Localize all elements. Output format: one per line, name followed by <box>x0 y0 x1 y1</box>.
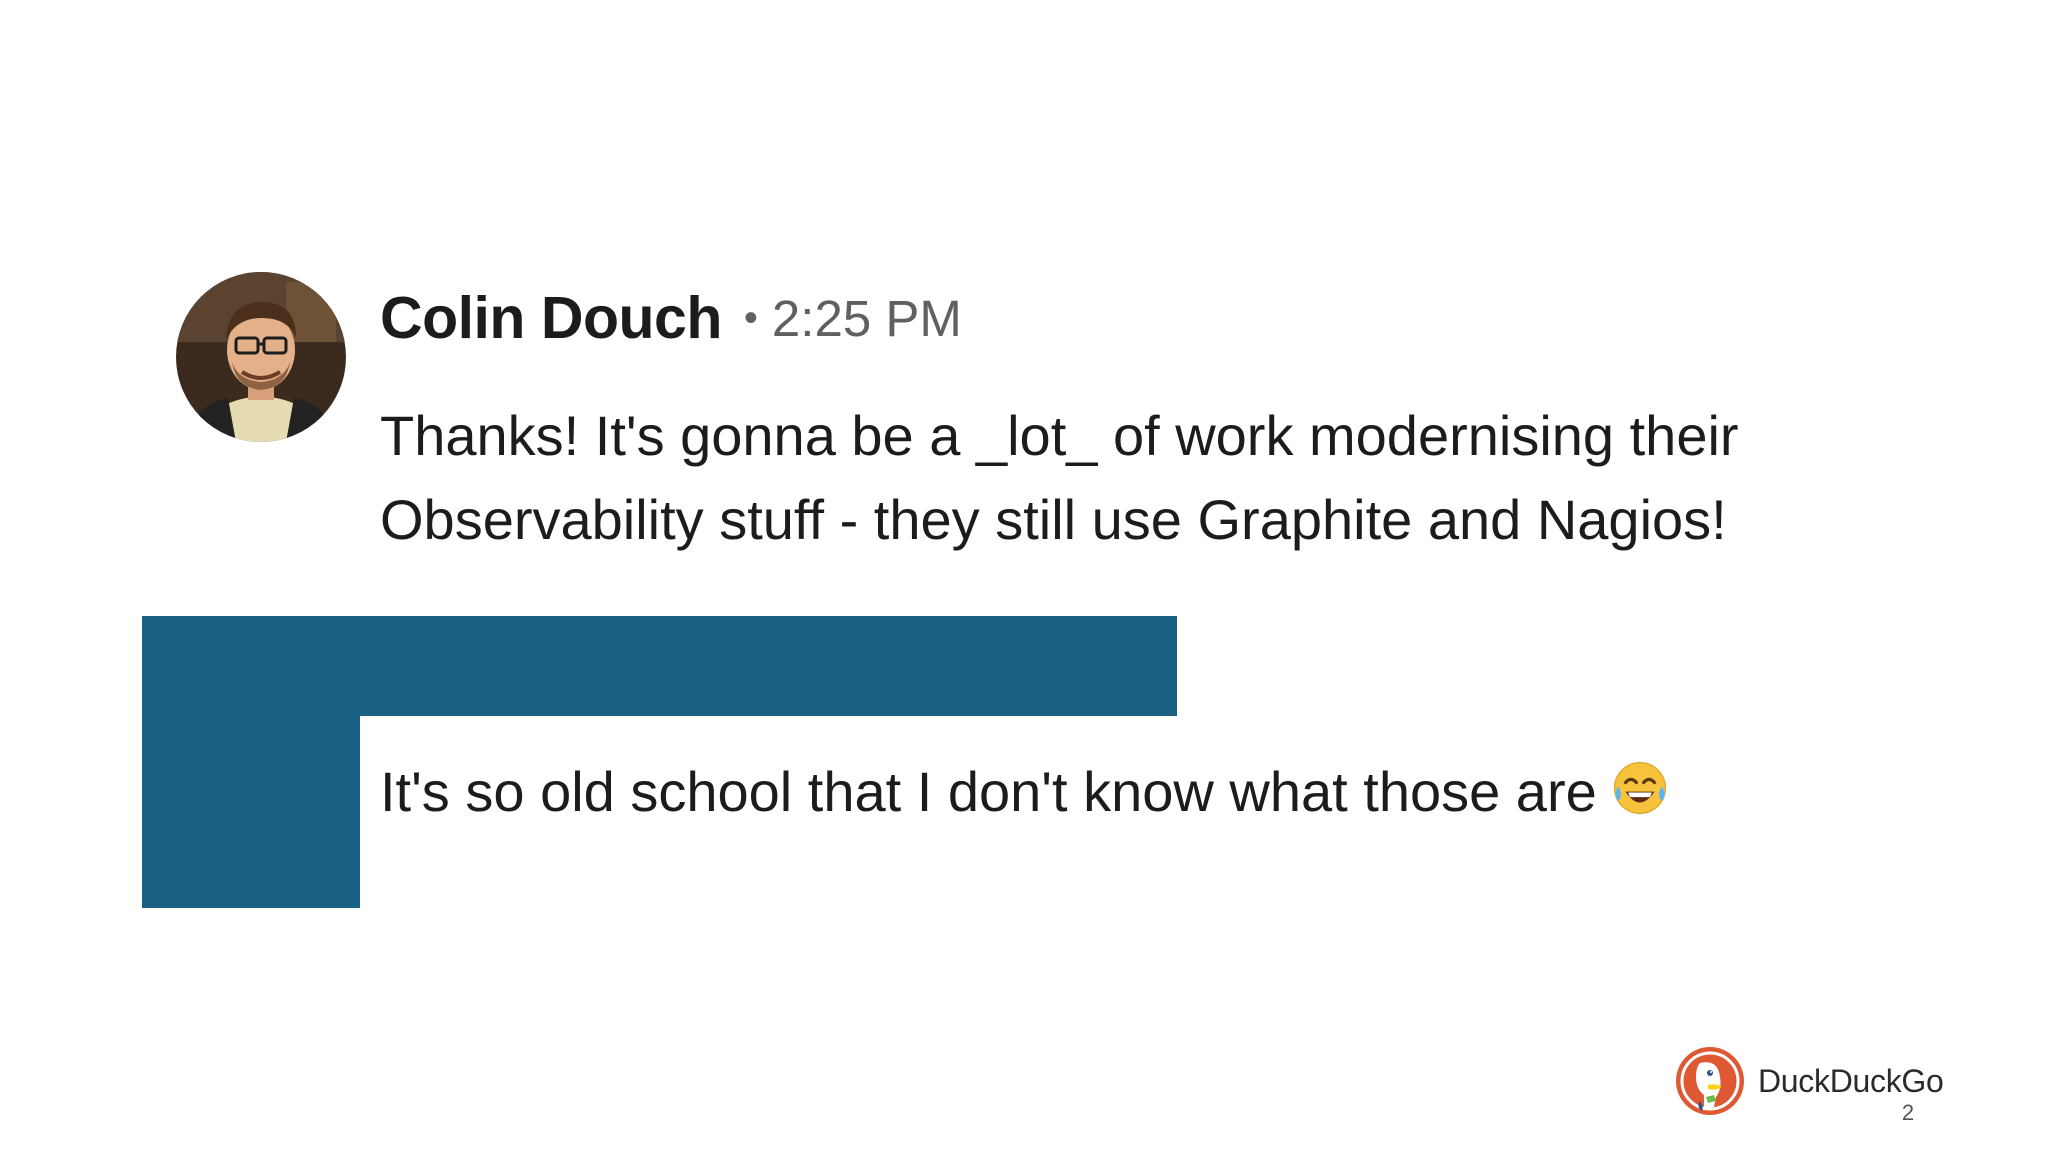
page-number: 2 <box>1901 1100 1915 1125</box>
redaction-block-top <box>142 616 1177 716</box>
duckduckgo-logo-icon <box>1674 1045 1746 1117</box>
message-timestamp[interactable]: 2:25 PM <box>772 289 962 348</box>
redaction-block-left <box>142 716 360 908</box>
message-text-line-1: Thanks! It's gonna be a _lot_ of work mo… <box>380 404 1739 467</box>
brand-name: DuckDuckGo <box>1758 1062 1944 1099</box>
author-avatar[interactable] <box>176 272 346 442</box>
author-name[interactable]: Colin Douch <box>380 284 722 352</box>
header-separator: • <box>743 295 758 340</box>
message-header: Colin Douch • 2:25 PM <box>380 278 962 358</box>
message-text-line-2: Observability stuff - they still use Gra… <box>380 488 1727 551</box>
reply-text: It's so old school that I don't know wha… <box>380 760 1597 823</box>
reply-message: It's so old school that I don't know wha… <box>380 750 1669 834</box>
user-photo-avatar <box>176 272 346 442</box>
face-with-tears-of-joy-icon <box>1611 759 1669 817</box>
